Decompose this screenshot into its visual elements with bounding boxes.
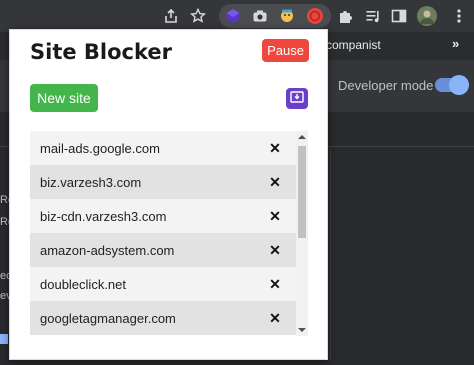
extension-cube-icon[interactable] — [222, 5, 244, 27]
site-domain: doubleclick.net — [40, 276, 126, 292]
site-domain: biz-cdn.varzesh3.com — [40, 208, 167, 224]
bookmark-label[interactable]: companist — [326, 38, 381, 52]
list-item: biz-cdn.varzesh3.com ✕ — [30, 199, 296, 233]
site-domain: mail-ads.google.com — [40, 140, 160, 156]
playlist-icon[interactable] — [362, 5, 384, 27]
delete-icon[interactable]: ✕ — [267, 310, 283, 326]
puzzle-icon[interactable] — [334, 5, 356, 27]
import-button[interactable] — [286, 88, 308, 109]
site-domain: googletagmanager.com — [40, 310, 176, 326]
developer-mode-label: Developer mode — [338, 78, 434, 93]
list-item: doubleclick.net ✕ — [30, 267, 296, 301]
delete-icon[interactable]: ✕ — [267, 242, 283, 258]
blocked-sites-list: mail-ads.google.com ✕ biz.varzesh3.com ✕… — [30, 131, 296, 336]
list-item: amazon-adsystem.com ✕ — [30, 233, 296, 267]
sidebar-icon[interactable] — [388, 5, 410, 27]
site-blocker-popup: Site Blocker Pause New site mail-ads.goo… — [9, 29, 328, 360]
record-icon[interactable] — [304, 5, 326, 27]
background-link-fragment — [0, 334, 8, 344]
site-domain: amazon-adsystem.com — [40, 242, 175, 258]
list-item: biz.varzesh3.com ✕ — [30, 165, 296, 199]
scroll-up-arrow-icon[interactable] — [298, 135, 306, 139]
avatar[interactable] — [416, 5, 438, 27]
delete-icon[interactable]: ✕ — [267, 208, 283, 224]
delete-icon[interactable]: ✕ — [267, 140, 283, 156]
background-card — [330, 150, 474, 360]
extension-face-icon[interactable] — [276, 5, 298, 27]
delete-icon[interactable]: ✕ — [267, 174, 283, 190]
developer-mode-toggle-knob[interactable] — [449, 75, 469, 95]
camera-icon[interactable] — [249, 5, 271, 27]
browser-toolbar — [0, 0, 474, 32]
download-tray-icon — [290, 91, 304, 106]
more-menu-icon[interactable] — [448, 5, 470, 27]
scrollbar-thumb[interactable] — [298, 146, 306, 238]
bookmarks-overflow-chevron[interactable]: » — [452, 36, 459, 51]
site-domain: biz.varzesh3.com — [40, 174, 142, 190]
list-item: googletagmanager.com ✕ — [30, 301, 296, 335]
pause-button[interactable]: Pause — [262, 39, 309, 62]
popup-title: Site Blocker — [30, 40, 172, 64]
list-scrollbar[interactable] — [296, 131, 308, 336]
share-icon[interactable] — [160, 5, 182, 27]
new-site-button[interactable]: New site — [30, 84, 98, 112]
scroll-down-arrow-icon[interactable] — [298, 328, 306, 332]
list-item: mail-ads.google.com ✕ — [30, 131, 296, 165]
star-icon[interactable] — [187, 5, 209, 27]
delete-icon[interactable]: ✕ — [267, 276, 283, 292]
